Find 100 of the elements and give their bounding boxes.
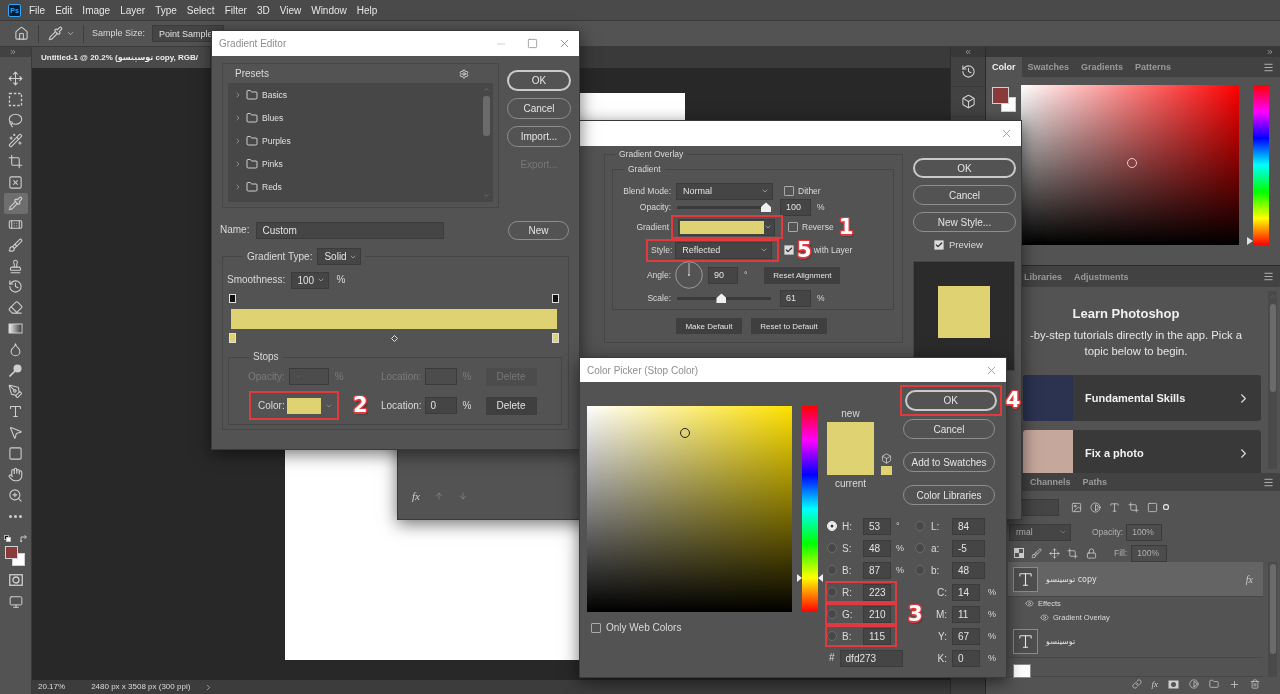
value-field[interactable]: 115: [863, 627, 891, 645]
hue-marker[interactable]: [797, 574, 823, 583]
panel-tab[interactable]: Color: [986, 57, 1022, 77]
radio-button[interactable]: [827, 587, 837, 597]
settings-icon[interactable]: [459, 68, 469, 79]
image-icon[interactable]: [1071, 501, 1082, 513]
eye-icon[interactable]: [1025, 599, 1034, 608]
document-tab[interactable]: Untitled-1 @ 20.2% (توسینسو copy, RGB/: [32, 47, 211, 68]
hue-marker[interactable]: [1247, 237, 1253, 245]
radio-button[interactable]: [827, 565, 837, 575]
opacity-field[interactable]: [288, 368, 329, 385]
dialog-button[interactable]: OK: [507, 70, 571, 91]
folder-icon[interactable]: [1209, 679, 1219, 689]
color-swatches-icon[interactable]: [992, 87, 1016, 112]
layer-row[interactable]: توسینسو: [1008, 625, 1263, 658]
checkbox[interactable]: [934, 240, 944, 250]
panel-tab[interactable]: Gradients: [1075, 57, 1130, 77]
fx-button[interactable]: fx: [1151, 679, 1158, 689]
scale-field[interactable]: 61: [780, 289, 811, 307]
color-stop[interactable]: [229, 333, 236, 343]
maximize-icon[interactable]: [527, 38, 538, 49]
value-field[interactable]: 48: [863, 539, 891, 557]
gradient-dropdown[interactable]: [678, 218, 775, 236]
value-field[interactable]: 87: [863, 561, 891, 579]
checkerboard-icon[interactable]: [1014, 548, 1024, 558]
name-field[interactable]: Custom: [256, 221, 445, 239]
menu-item[interactable]: View: [274, 4, 307, 16]
square-icon[interactable]: [1147, 501, 1158, 513]
preset-folder[interactable]: Pinks: [228, 152, 481, 175]
dialog-button[interactable]: OK: [904, 390, 997, 411]
double-chevron-right-icon[interactable]: [1266, 48, 1274, 56]
color-stop[interactable]: [552, 333, 559, 343]
type-icon[interactable]: [1109, 501, 1120, 513]
panel-menu-icon[interactable]: [1263, 61, 1274, 73]
link-icon[interactable]: [1131, 679, 1142, 689]
panel-tab[interactable]: Patterns: [1129, 57, 1178, 77]
double-chevron-right-icon[interactable]: [9, 48, 17, 56]
checkbox[interactable]: [784, 245, 794, 256]
panel-menu-icon[interactable]: [1263, 476, 1274, 488]
menu-item[interactable]: Help: [351, 4, 383, 16]
hue-slider[interactable]: [1247, 85, 1269, 245]
scrollbar[interactable]: [1268, 562, 1277, 677]
close-icon[interactable]: [558, 37, 571, 50]
close-icon[interactable]: [1000, 127, 1013, 140]
value-field[interactable]: 210: [863, 605, 891, 623]
menu-item[interactable]: Select: [181, 4, 220, 16]
opacity-stop[interactable]: [552, 293, 559, 303]
opacity-slider[interactable]: [677, 202, 771, 213]
trash-icon[interactable]: [1250, 679, 1260, 689]
panel-tab[interactable]: Paths: [1076, 473, 1114, 491]
swap-colors-icon[interactable]: [19, 534, 28, 543]
radio-button[interactable]: [827, 609, 837, 619]
dialog-button[interactable]: OK: [913, 158, 1016, 178]
stop-color-swatch[interactable]: [286, 397, 321, 414]
panel-tab[interactable]: Channels: [1024, 473, 1077, 491]
value-field[interactable]: 67: [952, 627, 980, 645]
scroll-thumb[interactable]: [1269, 564, 1276, 654]
angle-field[interactable]: 90: [708, 266, 738, 284]
panel-tab[interactable]: Swatches: [1021, 57, 1076, 77]
menu-item[interactable]: Edit: [50, 4, 78, 16]
preset-folder[interactable]: Basics: [228, 83, 481, 106]
scroll-thumb[interactable]: [1269, 304, 1276, 392]
tutorial-card[interactable]: Fix a photo: [1023, 430, 1261, 473]
plus-icon[interactable]: [1229, 678, 1240, 690]
scroll-thumb[interactable]: [482, 96, 490, 136]
tool-preset-picker[interactable]: [48, 26, 75, 41]
value-field[interactable]: 53: [863, 517, 891, 535]
delete-button[interactable]: Delete: [485, 396, 537, 415]
double-chevron-left-icon[interactable]: [964, 48, 972, 56]
value-field[interactable]: 84: [952, 517, 985, 535]
half-circle-icon[interactable]: [1090, 501, 1101, 513]
eyedropper-tool[interactable]: [3, 193, 28, 214]
radio-button[interactable]: [915, 565, 925, 575]
radio-button[interactable]: [915, 521, 925, 531]
gradient-type-dropdown[interactable]: Solid: [317, 248, 362, 265]
preset-folder[interactable]: Reds: [228, 175, 481, 198]
menu-item[interactable]: Layer: [115, 4, 151, 16]
slider-thumb[interactable]: [716, 293, 727, 304]
preset-folder[interactable]: Blues: [228, 106, 481, 129]
location-field[interactable]: 0: [424, 397, 457, 414]
fx-button[interactable]: fx: [412, 490, 420, 502]
hex-field[interactable]: dfd273: [839, 649, 903, 667]
radio-button[interactable]: [827, 543, 837, 553]
move-icon[interactable]: [1049, 547, 1060, 559]
value-field[interactable]: -5: [952, 539, 985, 557]
menu-item[interactable]: Image: [77, 4, 116, 16]
menu-item[interactable]: File: [24, 4, 51, 16]
smoothness-field[interactable]: 100: [291, 271, 330, 289]
radio-button[interactable]: [915, 543, 925, 553]
home-icon[interactable]: [14, 26, 29, 41]
blend-mode-dropdown[interactable]: Normal: [676, 182, 773, 200]
checkbox[interactable]: [788, 222, 798, 233]
angle-dial[interactable]: [675, 261, 703, 290]
value-field[interactable]: 48: [952, 561, 985, 579]
panel-tab[interactable]: Adjustments: [1068, 266, 1135, 287]
tutorial-card[interactable]: Fundamental Skills: [1023, 375, 1261, 421]
lock-icon[interactable]: [1086, 547, 1097, 559]
value-field[interactable]: 14: [952, 583, 980, 601]
location-field[interactable]: [424, 368, 457, 385]
checkbox[interactable]: [591, 623, 601, 633]
